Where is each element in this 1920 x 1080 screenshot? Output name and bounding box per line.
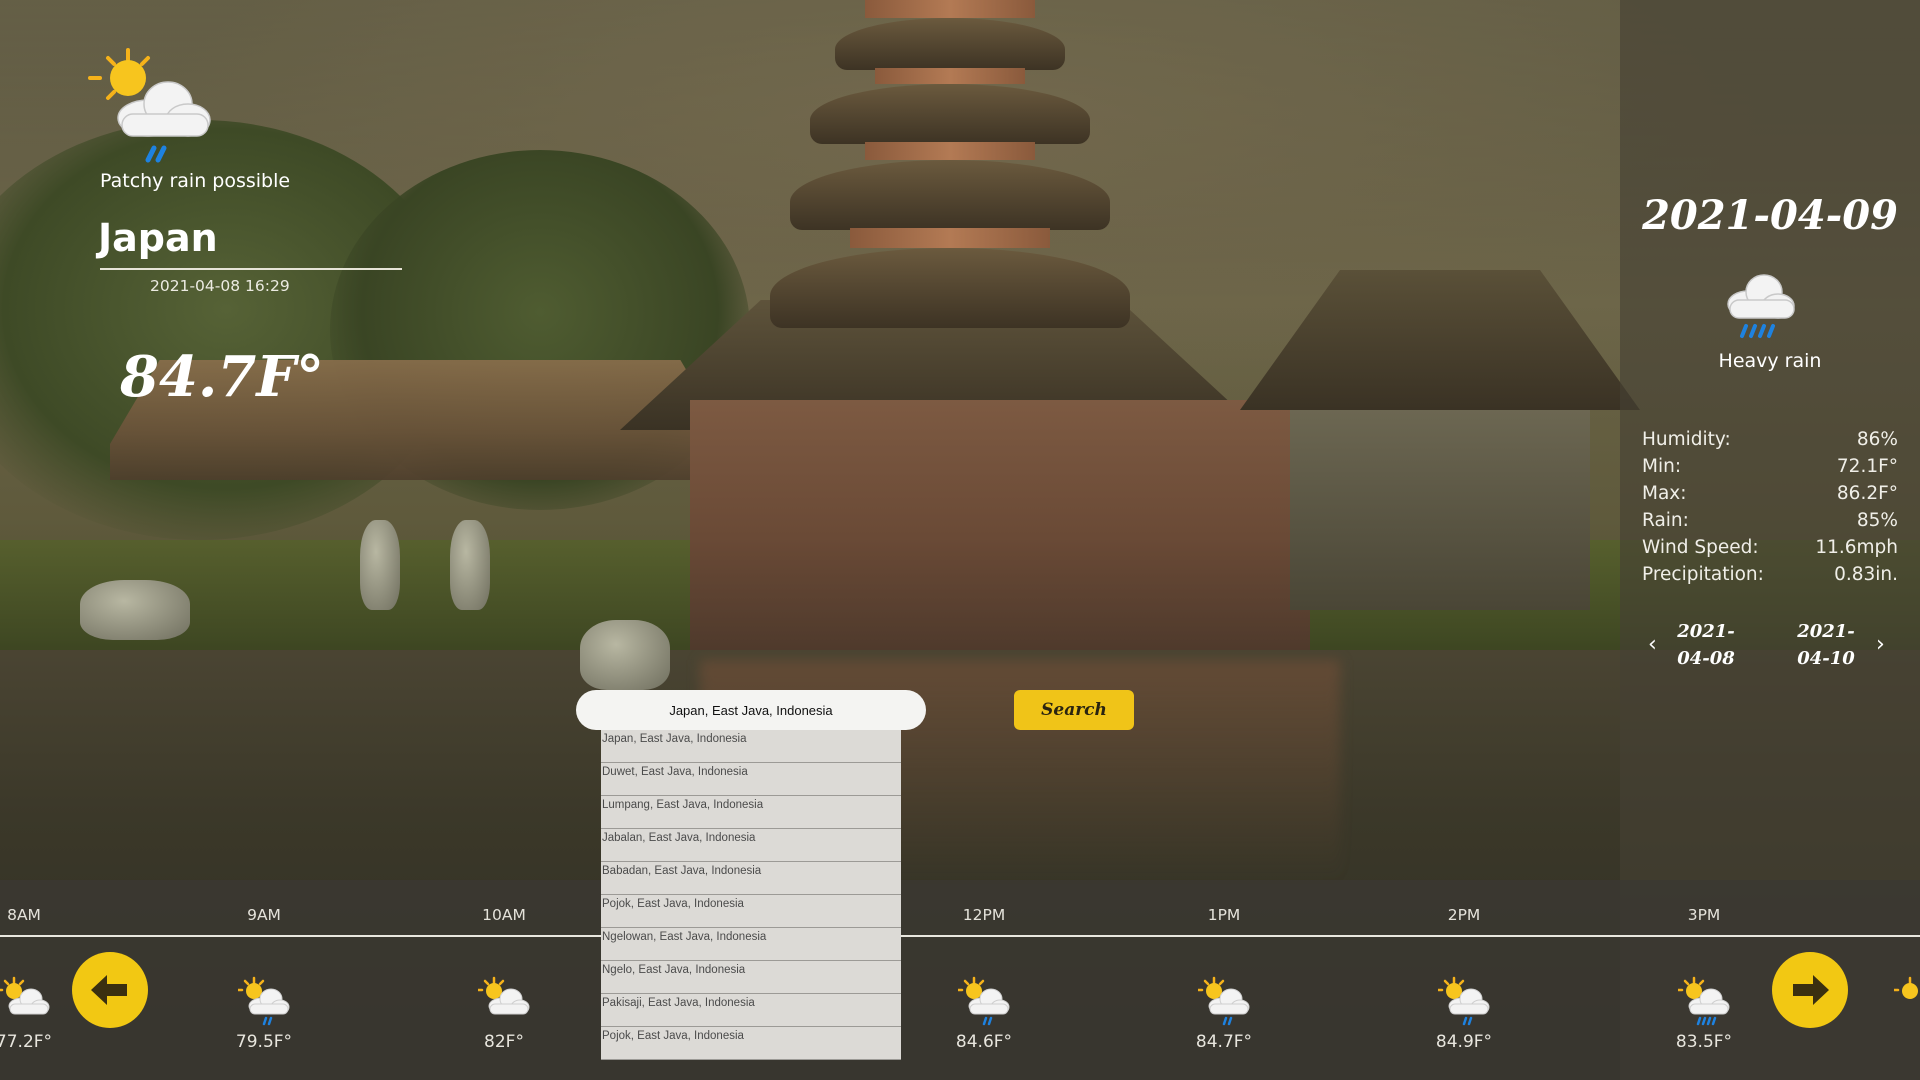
stat-label: Humidity: — [1642, 429, 1731, 450]
suggestion-item[interactable]: Jabalan, East Java, Indonesia — [601, 829, 901, 862]
stat-value: 86% — [1856, 429, 1898, 450]
suggestion-item[interactable]: Pojok, East Java, Indonesia — [601, 1027, 901, 1060]
divider — [100, 268, 402, 270]
next-day-button[interactable]: 2021- 04-10 — [1786, 618, 1866, 672]
sun-cloud-icon — [0, 976, 50, 1026]
suggestion-item[interactable]: Ngelowan, East Java, Indonesia — [601, 928, 901, 961]
hour-temp: 82F° — [484, 1032, 524, 1052]
sun-cloud-rain-icon — [1196, 976, 1250, 1026]
hourly-divider — [0, 935, 1920, 937]
day-navigator: ‹ 2021- 04-08 2021- 04-10 › — [1620, 618, 1920, 678]
stat-label: Min: — [1642, 456, 1682, 477]
hour-temp: 83.5F° — [1675, 1032, 1733, 1052]
chevron-right-icon[interactable]: › — [1876, 632, 1885, 657]
prev-day-date: 04-08 — [1677, 648, 1735, 669]
sun-cloud-rain-icon — [1436, 976, 1490, 1026]
stat-label: Wind Speed: — [1642, 537, 1759, 558]
hour-time: 2PM — [1447, 906, 1481, 924]
current-temperature: 84.7F° — [120, 344, 325, 410]
hour-temp: 79.5F° — [235, 1032, 293, 1052]
stat-wind-speed: Wind Speed: 11.6mph — [1642, 534, 1898, 561]
hour-temp: 84.6F° — [955, 1032, 1013, 1052]
forecast-condition: Heavy rain — [1718, 350, 1822, 372]
hour-temp: 84.7F° — [1195, 1032, 1253, 1052]
prev-day-year: 2021- — [1677, 621, 1735, 642]
location-search-input[interactable] — [576, 690, 926, 730]
sun-cloud-rain-icon — [236, 976, 290, 1026]
stat-value: 86.2F° — [1836, 483, 1898, 504]
stat-value: 85% — [1856, 510, 1898, 531]
hour-time: 9AM — [247, 906, 281, 924]
hour-time: 8AM — [7, 906, 41, 924]
next-day-date: 04-10 — [1797, 648, 1855, 669]
hour-time: 12PM — [962, 906, 1006, 924]
stat-label: Rain: — [1642, 510, 1689, 531]
stat-label: Precipitation: — [1642, 564, 1764, 585]
suggestion-item[interactable]: Japan, East Java, Indonesia — [601, 730, 901, 763]
stat-humidity: Humidity: 86% — [1642, 426, 1898, 453]
sun-cloud-rain-icon — [956, 976, 1010, 1026]
stat-label: Max: — [1642, 483, 1687, 504]
suggestion-item[interactable]: Pakisaji, East Java, Indonesia — [601, 994, 901, 1027]
stat-precipitation: Precipitation: 0.83in. — [1642, 561, 1898, 588]
next-day-year: 2021- — [1797, 621, 1855, 642]
stat-max: Max: 86.2F° — [1642, 480, 1898, 507]
suggestion-item[interactable]: Pojok, East Java, Indonesia — [601, 895, 901, 928]
hour-temp: 77.2F° — [0, 1032, 53, 1052]
prev-day-button[interactable]: 2021- 04-08 — [1666, 618, 1746, 672]
hour-time: 1PM — [1207, 906, 1241, 924]
hour-time: 3PM — [1687, 906, 1721, 924]
stat-value: 11.6mph — [1815, 537, 1898, 558]
suggestion-item[interactable]: Babadan, East Java, Indonesia — [601, 862, 901, 895]
arrow-right-icon — [1793, 975, 1829, 1005]
forecast-date: 2021-04-09 — [1642, 192, 1898, 239]
local-datetime: 2021-04-08 16:29 — [150, 277, 290, 295]
stat-value: 72.1F° — [1836, 456, 1898, 477]
hour-time: 10AM — [482, 906, 526, 924]
heavy-rain-icon — [1720, 270, 1800, 342]
chevron-left-icon[interactable]: ‹ — [1648, 632, 1657, 657]
hourly-prev-button[interactable] — [72, 952, 148, 1028]
city-name: Japan — [98, 216, 218, 260]
hour-temp: 84.9F° — [1435, 1032, 1493, 1052]
stat-rain: Rain: 85% — [1642, 507, 1898, 534]
forecast-stats: Humidity: 86% Min: 72.1F° Max: 86.2F° Ra… — [1642, 426, 1898, 588]
arrow-left-icon — [91, 975, 127, 1005]
suggestion-item[interactable]: Ngelo, East Java, Indonesia — [601, 961, 901, 994]
sun-cloud-icon — [1892, 976, 1920, 1026]
hourly-next-button[interactable] — [1772, 952, 1848, 1028]
stat-min: Min: 72.1F° — [1642, 453, 1898, 480]
current-condition: Patchy rain possible — [100, 170, 291, 192]
search-button[interactable]: Search — [1014, 690, 1134, 730]
suggestion-item[interactable]: Lumpang, East Java, Indonesia — [601, 796, 901, 829]
sun-cloud-icon — [476, 976, 530, 1026]
search-suggestions: Japan, East Java, Indonesia Duwet, East … — [601, 730, 901, 1060]
suggestion-item[interactable]: Duwet, East Java, Indonesia — [601, 763, 901, 796]
sun-cloud-heavy-rain-icon — [1676, 976, 1730, 1026]
sun-cloud-rain-icon — [88, 48, 220, 166]
hourly-forecast: 8AM 77.2F° 9AM 79.5F° 10AM 82F° 12PM 84.… — [0, 880, 1920, 1080]
stat-value: 0.83in. — [1834, 564, 1898, 585]
